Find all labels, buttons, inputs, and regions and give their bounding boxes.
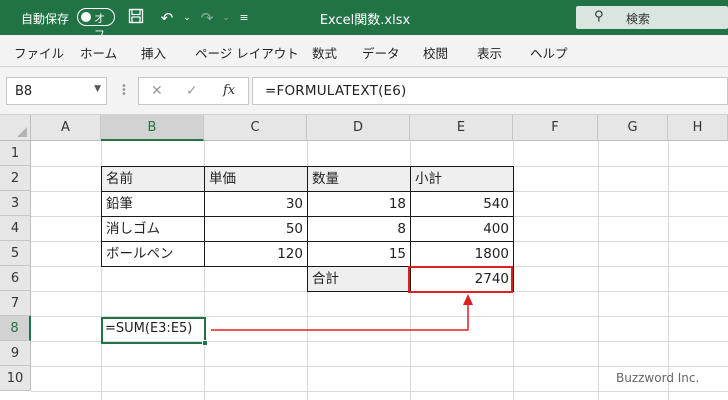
watermark: Buzzword Inc. [616,371,700,385]
annotation-arrow [211,294,473,331]
